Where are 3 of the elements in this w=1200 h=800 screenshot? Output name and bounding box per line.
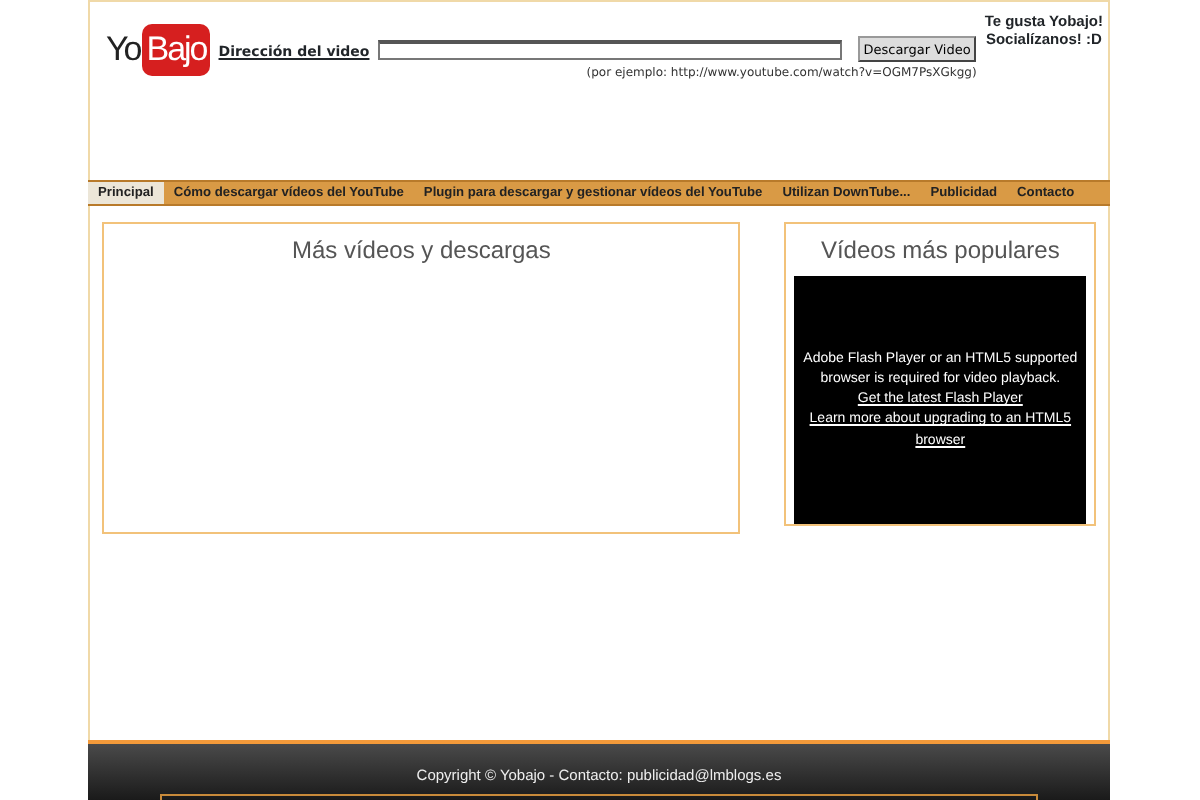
- panel-title: Más vídeos y descargas: [289, 236, 553, 265]
- panel-title: Vídeos más populares: [818, 236, 1062, 265]
- video-url-field[interactable]: [377, 40, 842, 60]
